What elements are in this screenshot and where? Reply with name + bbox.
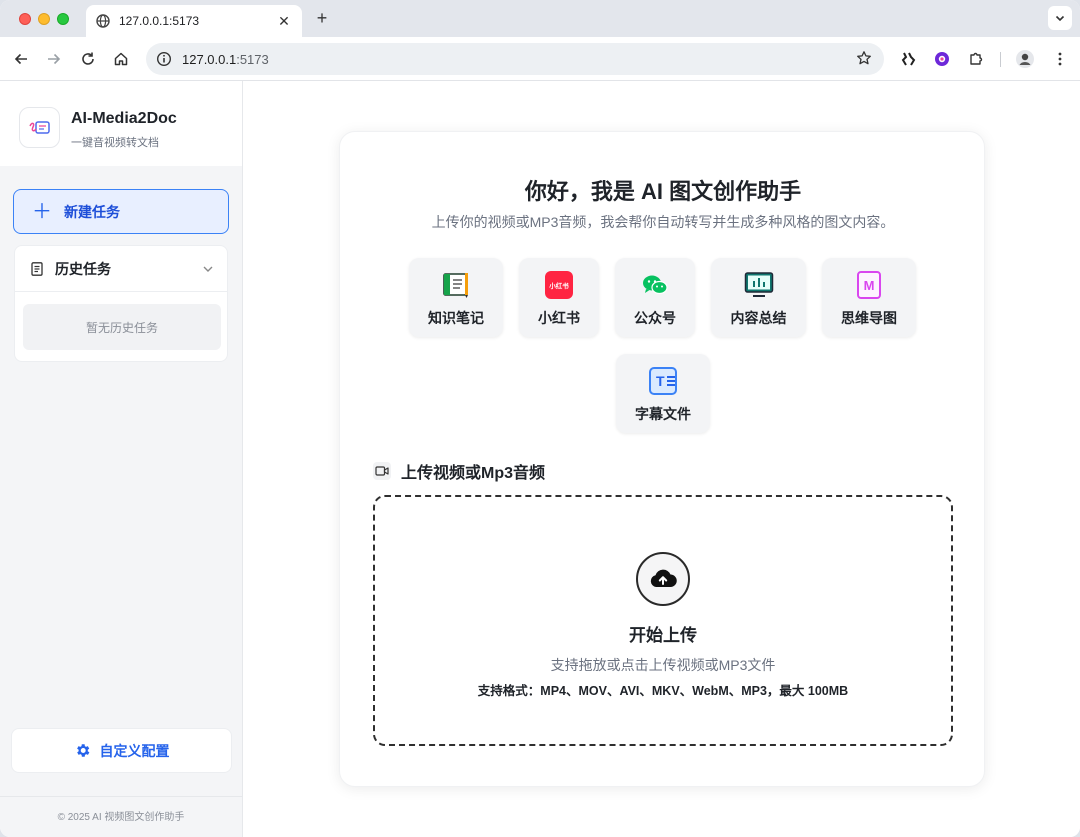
- sidebar: AI-Media2Doc 一键音视频转文档 ＋ 新建任务 历史任务 暂无历史任务: [0, 81, 243, 837]
- new-tab-button[interactable]: +: [312, 8, 332, 28]
- url-text: 127.0.0.1:5173: [182, 52, 856, 67]
- new-task-label: 新建任务: [64, 203, 120, 220]
- site-info-icon[interactable]: [156, 51, 172, 67]
- wechat-icon: [640, 270, 670, 300]
- brand-header: AI-Media2Doc 一键音视频转文档: [0, 81, 242, 166]
- chevron-down-icon: [1055, 15, 1065, 22]
- history-panel: 历史任务 暂无历史任务: [14, 245, 228, 362]
- video-camera-icon: [373, 462, 391, 480]
- home-icon: [114, 52, 128, 66]
- kebab-menu-icon: [1058, 52, 1062, 66]
- reload-icon: [82, 52, 94, 65]
- style-knowledge-notes-button[interactable]: 知识笔记: [409, 258, 503, 337]
- minimize-window-button[interactable]: [38, 13, 50, 25]
- dropzone-formats: 支持格式：MP4、MOV、AVI、MKV、WebM、MP3，最大 100MB: [477, 684, 849, 698]
- xiaohongshu-icon: 小红书: [544, 270, 574, 300]
- upload-dropzone[interactable]: 开始上传 支持拖放或点击上传视频或MP3文件 支持格式：MP4、MOV、AVI、…: [373, 495, 953, 746]
- welcome-card: 你好，我是 AI 图文创作助手 上传你的视频或MP3音频，我会帮你自动转写并生成…: [339, 131, 985, 787]
- puzzle-icon: [970, 52, 983, 65]
- greeting-title: 你好，我是 AI 图文创作助手: [524, 179, 802, 204]
- style-wechat-official-button[interactable]: 公众号: [615, 258, 695, 337]
- style-label: 思维导图: [841, 310, 897, 326]
- extension-puzzle-dark-button[interactable]: [898, 49, 918, 69]
- tab-search-button[interactable]: [1048, 6, 1072, 30]
- bookmark-star-icon[interactable]: [856, 50, 874, 68]
- upload-cloud-icon: [636, 552, 690, 606]
- globe-icon: [96, 14, 110, 28]
- dropzone-title: 开始上传: [629, 626, 697, 645]
- xiaohongshu-logo-text: 小红书: [545, 271, 573, 299]
- url-host: 127.0.0.1: [182, 51, 237, 67]
- extension-icon: [901, 52, 916, 66]
- browser-menu-button[interactable]: [1050, 49, 1070, 69]
- style-subtitle-file-button[interactable]: T 字幕文件: [616, 354, 710, 433]
- arrow-left-icon: [14, 53, 27, 65]
- extension-purple-button[interactable]: [932, 49, 952, 69]
- style-label: 公众号: [634, 310, 676, 326]
- profile-button[interactable]: [1015, 49, 1035, 69]
- upload-section-header: 上传视频或Mp3音频: [373, 459, 545, 483]
- history-empty-state: 暂无历史任务: [23, 304, 221, 350]
- document-icon: [29, 261, 45, 277]
- style-label: 内容总结: [730, 310, 787, 326]
- app-tagline: 一键音视频转文档: [71, 137, 159, 149]
- toolbar-divider: [1000, 52, 1001, 67]
- purple-extension-icon: [935, 52, 949, 66]
- custom-config-label: 自定义配置: [99, 742, 170, 759]
- avatar-icon: [1016, 50, 1034, 68]
- dropzone-description: 支持拖放或点击上传视频或MP3文件: [550, 657, 776, 673]
- summary-monitor-icon: [744, 270, 774, 300]
- style-label: 小红书: [538, 310, 580, 326]
- browser-toolbar: 127.0.0.1:5173: [0, 37, 1080, 81]
- upload-section-title: 上传视频或Mp3音频: [401, 465, 546, 482]
- subtitle-icon-box: T: [649, 367, 677, 395]
- notebook-icon: [441, 270, 471, 300]
- maximize-window-button[interactable]: [57, 13, 69, 25]
- gear-icon: [74, 742, 91, 759]
- forward-button[interactable]: [44, 49, 64, 69]
- new-task-button[interactable]: ＋ 新建任务: [13, 189, 229, 234]
- extensions-button[interactable]: [966, 49, 986, 69]
- subtitle-logo-text: T: [656, 373, 665, 389]
- custom-config-button[interactable]: 自定义配置: [11, 728, 232, 773]
- app-name: AI-Media2Doc: [71, 110, 177, 127]
- chevron-down-icon: [201, 262, 215, 276]
- subtitle-icon: T: [648, 366, 678, 396]
- arrow-right-icon: [48, 53, 61, 65]
- history-label: 历史任务: [55, 260, 111, 277]
- style-label: 知识笔记: [428, 310, 484, 326]
- style-mindmap-button[interactable]: M 思维导图: [822, 258, 916, 337]
- sidebar-footer: © 2025 AI 视频图文创作助手: [0, 796, 242, 837]
- mindmap-logo-text: M: [857, 271, 881, 299]
- url-port: :5173: [236, 51, 269, 67]
- plus-icon: ＋: [32, 200, 52, 223]
- back-button[interactable]: [11, 49, 31, 69]
- tab-close-icon[interactable]: ✕: [276, 13, 292, 30]
- tab-strip: 127.0.0.1:5173 ✕ +: [0, 0, 1080, 37]
- subtitle-lines: [666, 376, 675, 386]
- close-window-button[interactable]: [19, 13, 31, 25]
- style-content-summary-button[interactable]: 内容总结: [711, 258, 806, 337]
- history-toggle[interactable]: 历史任务: [15, 246, 227, 292]
- greeting-subtitle: 上传你的视频或MP3音频，我会帮你自动转写并生成多种风格的图文内容。: [431, 214, 895, 230]
- reload-button[interactable]: [78, 49, 98, 69]
- mindmap-icon: M: [854, 270, 884, 300]
- style-label: 字幕文件: [635, 406, 691, 422]
- address-bar[interactable]: 127.0.0.1:5173: [146, 43, 884, 75]
- tab-title: 127.0.0.1:5173: [119, 14, 200, 28]
- browser-tab[interactable]: 127.0.0.1:5173 ✕: [86, 5, 302, 37]
- home-button[interactable]: [111, 49, 131, 69]
- browser-window: 127.0.0.1:5173 ✕ + 127.0.0.1:5173 AI-Med…: [0, 0, 1080, 837]
- style-xiaohongshu-button[interactable]: 小红书 小红书: [519, 258, 599, 337]
- main-content: 你好，我是 AI 图文创作助手 上传你的视频或MP3音频，我会帮你自动转写并生成…: [243, 81, 1080, 837]
- app-logo: [19, 107, 60, 148]
